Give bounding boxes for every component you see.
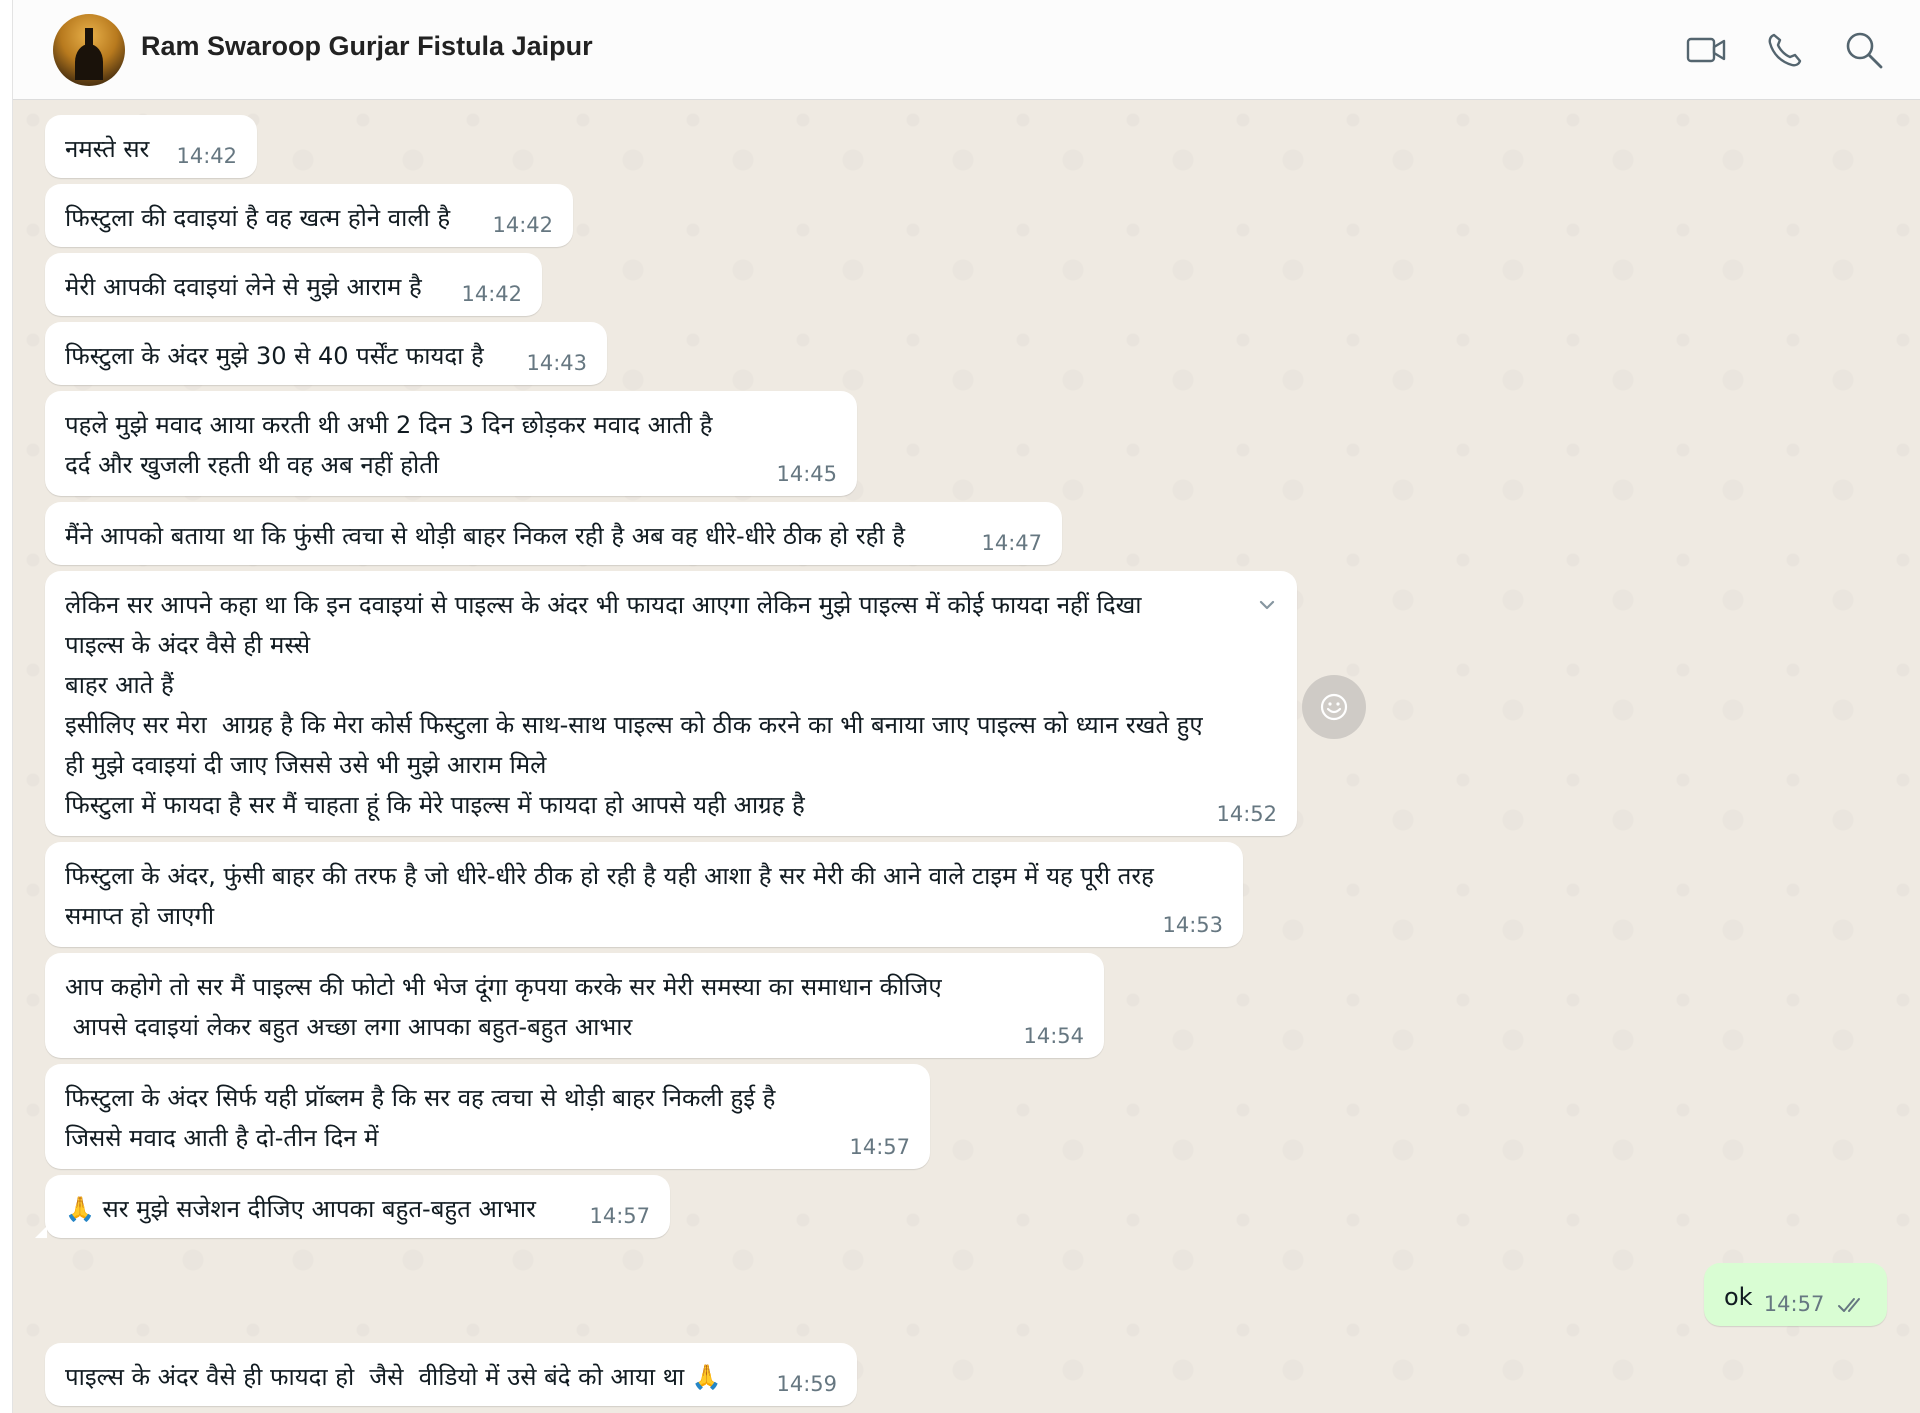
message-bubble[interactable]: पाइल्स के अंदर वैसे ही फायदा हो जैसे वीड… bbox=[45, 1343, 857, 1406]
message-time: 14:42 bbox=[176, 144, 237, 168]
message-time: 14:53 bbox=[1162, 913, 1223, 937]
message-bubble[interactable]: 🙏 सर मुझे सजेशन दीजिए आपका बहुत-बहुत आभा… bbox=[35, 1175, 670, 1238]
emoji-smiley-icon bbox=[1320, 693, 1348, 721]
message-time: 14:54 bbox=[1023, 1024, 1084, 1048]
message-text: पहले मुझे मवाद आया करती थी अभी 2 दिन 3 द… bbox=[65, 411, 713, 479]
message-bubble[interactable]: फिस्टुला के अंदर सिर्फ यही प्रॉब्लम है क… bbox=[45, 1064, 930, 1169]
message-text: आप कहोगे तो सर मैं पाइल्स की फोटो भी भेज… bbox=[65, 973, 942, 1041]
message-text: 🙏 सर मुझे सजेशन दीजिए आपका बहुत-बहुत आभा… bbox=[65, 1195, 536, 1223]
window-left-edge bbox=[0, 0, 13, 1413]
message-bubble[interactable]: फिस्टुला के अंदर, फुंसी बाहर की तरफ है ज… bbox=[45, 842, 1243, 947]
message-time-status: 14:57 bbox=[1764, 1292, 1867, 1316]
message-time: 14:57 bbox=[849, 1135, 910, 1159]
message-bubble[interactable]: फिस्टुला के अंदर मुझे 30 से 40 पर्सेंट फ… bbox=[45, 322, 607, 385]
message-text: फिस्टुला की दवाइयां है वह खत्म होने वाली… bbox=[65, 204, 451, 232]
message-time: 14:45 bbox=[776, 462, 837, 486]
message-time: 14:43 bbox=[526, 351, 587, 375]
message-time: 14:47 bbox=[981, 531, 1042, 555]
chevron-down-icon[interactable] bbox=[1253, 591, 1281, 619]
chat-area[interactable]: नमस्ते सर 14:42 फिस्टुला की दवाइयां है व… bbox=[13, 100, 1920, 1413]
video-call-icon[interactable] bbox=[1684, 28, 1728, 72]
message-time: 14:42 bbox=[492, 213, 553, 237]
contact-avatar[interactable] bbox=[53, 14, 125, 86]
bubble-tail bbox=[35, 1226, 47, 1238]
message-time: 14:42 bbox=[461, 282, 522, 306]
message-text: मैंने आपको बताया था कि फुंसी त्वचा से थो… bbox=[65, 522, 905, 550]
voice-call-icon[interactable] bbox=[1763, 28, 1807, 72]
message-time: 14:59 bbox=[776, 1372, 837, 1396]
message-text: फिस्टुला के अंदर, फुंसी बाहर की तरफ है ज… bbox=[65, 862, 1154, 930]
avatar-shrine bbox=[75, 44, 103, 80]
message-bubble[interactable]: मैंने आपको बताया था कि फुंसी त्वचा से थो… bbox=[45, 502, 1062, 565]
message-text: लेकिन सर आपने कहा था कि इन दवाइयां से पा… bbox=[65, 591, 1203, 819]
reaction-button[interactable] bbox=[1302, 675, 1366, 739]
message-text: फिस्टुला के अंदर मुझे 30 से 40 पर्सेंट फ… bbox=[65, 342, 484, 370]
message-bubble[interactable]: आप कहोगे तो सर मैं पाइल्स की फोटो भी भेज… bbox=[45, 953, 1104, 1058]
read-double-check-icon bbox=[1838, 1298, 1860, 1312]
message-bubble[interactable]: मेरी आपकी दवाइयां लेने से मुझे आराम है 1… bbox=[45, 253, 542, 316]
chat-header: Ram Swaroop Gurjar Fistula Jaipur bbox=[13, 0, 1920, 100]
message-bubble[interactable]: फिस्टुला की दवाइयां है वह खत्म होने वाली… bbox=[45, 184, 573, 247]
message-text: पाइल्स के अंदर वैसे ही फायदा हो जैसे वीड… bbox=[65, 1363, 722, 1391]
message-text: फिस्टुला के अंदर सिर्फ यही प्रॉब्लम है क… bbox=[65, 1084, 776, 1152]
message-time: 14:57 bbox=[589, 1204, 650, 1228]
message-time: 14:57 bbox=[1763, 1292, 1825, 1316]
message-bubble[interactable]: पहले मुझे मवाद आया करती थी अभी 2 दिन 3 द… bbox=[45, 391, 857, 496]
contact-name[interactable]: Ram Swaroop Gurjar Fistula Jaipur bbox=[141, 31, 593, 62]
message-bubble[interactable]: नमस्ते सर 14:42 bbox=[45, 115, 257, 178]
message-bubble[interactable]: लेकिन सर आपने कहा था कि इन दवाइयां से पा… bbox=[45, 571, 1297, 836]
message-time: 14:52 bbox=[1216, 802, 1277, 826]
search-icon[interactable] bbox=[1842, 28, 1886, 72]
message-bubble-outgoing[interactable]: ok 14:57 bbox=[1704, 1263, 1887, 1326]
message-text: मेरी आपकी दवाइयां लेने से मुझे आराम है bbox=[65, 273, 422, 301]
